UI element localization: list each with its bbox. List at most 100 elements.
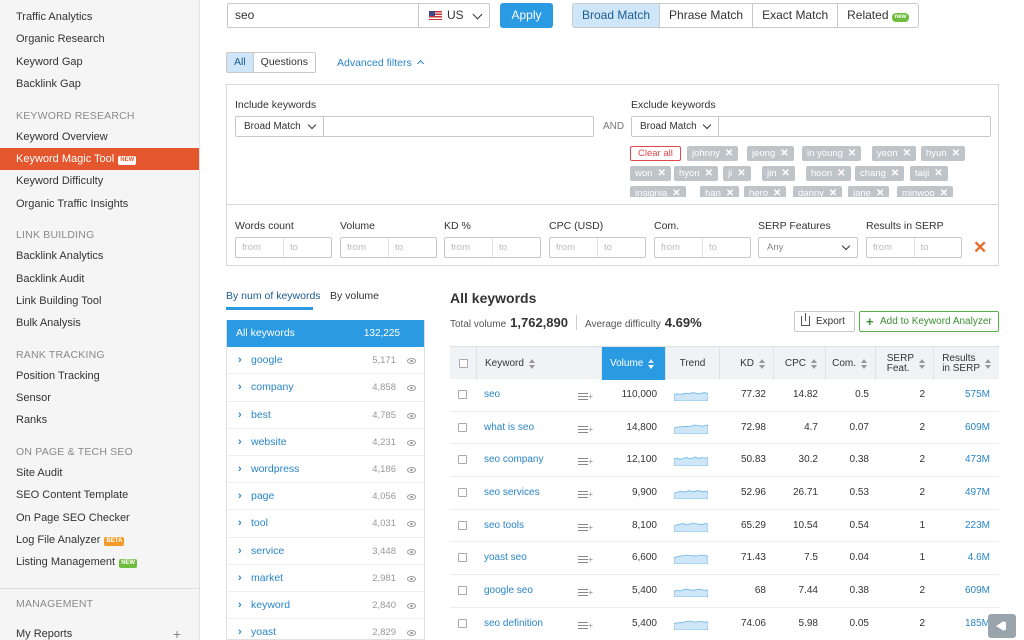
tab-all[interactable]: All [227, 53, 253, 72]
group-all-keywords[interactable]: All keywords 132,225 [227, 320, 424, 348]
group-name[interactable]: google [251, 347, 283, 374]
row-checkbox[interactable] [458, 389, 467, 399]
from-input[interactable]: from [236, 238, 283, 257]
sidebar-item-link-building-tool[interactable]: Link Building Tool [0, 290, 199, 312]
include-match-select[interactable]: Broad Match [235, 116, 324, 137]
expand-chevron-icon[interactable]: › [238, 538, 242, 565]
results-in-serp-link[interactable]: 609M [933, 412, 990, 445]
keyword-link[interactable]: seo company [484, 444, 543, 477]
col-kd[interactable]: KD [719, 347, 773, 380]
add-to-list-icon[interactable] [578, 393, 593, 401]
expand-chevron-icon[interactable]: › [238, 592, 242, 619]
results-in-serp-link[interactable]: 223M [933, 510, 990, 543]
group-name[interactable]: website [251, 429, 287, 456]
export-button[interactable]: Export [794, 311, 855, 332]
remove-tag-icon[interactable]: ✕ [705, 168, 713, 179]
sidebar-item-backlink-audit[interactable]: Backlink Audit [0, 268, 199, 290]
expand-chevron-icon[interactable]: › [238, 456, 242, 483]
results-in-serp-link[interactable]: 4.6M [933, 542, 990, 575]
keyword-link[interactable]: what is seo [484, 412, 534, 445]
eye-icon[interactable] [407, 521, 416, 528]
sidebar-item-keyword-difficulty[interactable]: Keyword Difficulty [0, 170, 199, 192]
sidebar-item-keyword-gap[interactable]: Keyword Gap [0, 51, 199, 73]
group-row-keyword[interactable]: › keyword 2,840 [227, 592, 424, 620]
clear-filters-icon[interactable]: ✕ [973, 239, 987, 256]
add-to-list-icon[interactable] [578, 491, 593, 499]
group-name[interactable]: service [251, 538, 284, 565]
results-in-serp-link[interactable]: 185M [933, 608, 990, 640]
row-checkbox[interactable] [458, 487, 467, 497]
remove-tag-icon[interactable]: ✕ [837, 168, 845, 179]
results-in-serp-link[interactable]: 497M [933, 477, 990, 510]
tab-questions[interactable]: Questions [252, 53, 315, 72]
remove-tag-icon[interactable]: ✕ [725, 148, 733, 159]
remove-tag-icon[interactable]: ✕ [903, 148, 911, 159]
row-checkbox[interactable] [458, 618, 467, 628]
tab-by-num-keywords[interactable]: By num of keywords [226, 290, 321, 302]
sidebar-item-seo-content-template[interactable]: SEO Content Template [0, 484, 199, 506]
sidebar-item-listing-management[interactable]: Listing Management new [0, 551, 199, 573]
group-row-google[interactable]: › google 5,171 [227, 347, 424, 375]
group-name[interactable]: keyword [251, 592, 290, 619]
group-name[interactable]: best [251, 402, 271, 429]
remove-tag-icon[interactable]: ✕ [782, 168, 790, 179]
remove-tag-icon[interactable]: ✕ [934, 168, 942, 179]
keyword-link[interactable]: seo services [484, 477, 540, 510]
sidebar-item-keyword-overview[interactable]: Keyword Overview [0, 126, 199, 148]
group-row-best[interactable]: › best 4,785 [227, 402, 424, 429]
remove-tag-icon[interactable]: ✕ [780, 148, 788, 159]
row-checkbox[interactable] [458, 585, 467, 595]
database-select[interactable]: US [418, 3, 490, 28]
sidebar-item-keyword-magic-tool[interactable]: Keyword Magic Tool new [0, 147, 199, 171]
add-to-list-icon[interactable] [578, 458, 593, 466]
add-to-list-icon[interactable] [578, 621, 593, 630]
group-row-page[interactable]: › page 4,056 [227, 483, 424, 511]
apply-button[interactable]: Apply [500, 3, 553, 28]
expand-chevron-icon[interactable]: › [238, 429, 242, 456]
col-serp-features[interactable]: SERP Feat. [875, 347, 933, 380]
row-checkbox[interactable] [458, 553, 467, 563]
results-in-serp-link[interactable]: 575M [933, 379, 990, 412]
eye-icon[interactable] [407, 439, 416, 446]
match-phrase-match-button[interactable]: Phrase Match [659, 4, 753, 27]
eye-icon[interactable] [407, 412, 416, 419]
sidebar-item-organic-research[interactable]: Organic Research [0, 28, 199, 50]
to-input[interactable]: to [492, 238, 540, 257]
remove-tag-icon[interactable]: ✕ [726, 188, 734, 197]
remove-tag-icon[interactable]: ✕ [952, 148, 960, 159]
eye-icon[interactable] [407, 466, 416, 473]
group-row-yoast[interactable]: › yoast 2,829 [227, 619, 424, 639]
from-input[interactable]: from [445, 238, 492, 257]
eye-icon[interactable] [407, 548, 416, 555]
to-input[interactable]: to [702, 238, 750, 257]
remove-tag-icon[interactable]: ✕ [876, 188, 884, 197]
to-input[interactable]: to [913, 238, 962, 257]
expand-chevron-icon[interactable]: › [238, 619, 242, 639]
sidebar-item-traffic-analytics[interactable]: Traffic Analytics [0, 6, 199, 28]
col-cpc[interactable]: CPC [773, 347, 825, 380]
serp-features-select[interactable]: Any [758, 237, 858, 258]
col-volume[interactable]: Volume [601, 347, 665, 380]
add-to-keyword-analyzer-button[interactable]: + Add to Keyword Analyzer [859, 311, 999, 332]
expand-chevron-icon[interactable]: › [238, 374, 242, 401]
expand-chevron-icon[interactable]: › [238, 402, 242, 429]
eye-icon[interactable] [407, 494, 416, 501]
from-input[interactable]: from [550, 238, 597, 257]
sidebar-item-my-reports[interactable]: My Reports + [0, 623, 199, 640]
remove-tag-icon[interactable]: ✕ [848, 148, 856, 159]
feedback-megaphone-icon[interactable] [988, 614, 1016, 638]
match-exact-match-button[interactable]: Exact Match [752, 4, 838, 27]
sidebar-item-bulk-analysis[interactable]: Bulk Analysis [0, 312, 199, 334]
add-to-list-icon[interactable] [578, 425, 593, 434]
include-keywords-input[interactable] [323, 116, 594, 137]
row-checkbox[interactable] [458, 422, 467, 432]
match-broad-match-button[interactable]: Broad Match [573, 4, 660, 27]
sidebar-item-sensor[interactable]: Sensor [0, 387, 199, 409]
expand-chevron-icon[interactable]: › [238, 483, 242, 510]
add-to-list-icon[interactable] [578, 556, 593, 564]
col-com[interactable]: Com. [825, 347, 875, 380]
remove-tag-icon[interactable]: ✕ [773, 188, 781, 197]
col-results-in-serp[interactable]: Results in SERP [933, 347, 999, 380]
results-in-serp-link[interactable]: 609M [933, 575, 990, 608]
remove-tag-icon[interactable]: ✕ [829, 188, 837, 197]
